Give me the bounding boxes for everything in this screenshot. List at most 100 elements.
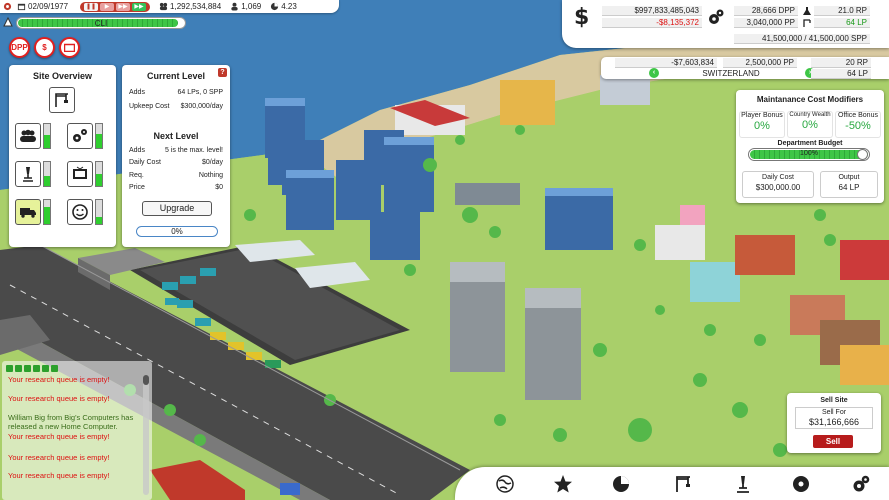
daily-cost-box: Daily Cost $300,000.00 [742, 171, 814, 198]
log-message[interactable]: Your research queue is empty! [8, 432, 140, 441]
microscope-icon [733, 474, 753, 494]
media-button[interactable] [789, 472, 813, 496]
disc-icon [791, 474, 811, 494]
statistics-button[interactable] [609, 472, 633, 496]
sell-site-panel: Sell Site Sell For $31,166,666 Sell [787, 393, 881, 453]
cli-icon [2, 16, 14, 30]
upgrade-button[interactable]: Upgrade [142, 201, 212, 216]
daily-cost-row: Daily Cost $0/day [129, 159, 223, 166]
sell-price: $31,166,666 [796, 417, 872, 427]
speed-3-button[interactable]: ▶▶ [132, 3, 146, 11]
event-log[interactable]: Your research queue is empty! Your resea… [2, 361, 152, 500]
sell-site-title: Sell Site [787, 397, 881, 404]
research-tile[interactable] [15, 161, 41, 187]
main-toolbar [455, 467, 889, 500]
staff-count: 1,069 [241, 2, 261, 11]
log-filter-icon[interactable] [51, 365, 58, 372]
player-bonus-label: Player Bonus [740, 112, 784, 119]
tv-icon [64, 43, 75, 52]
country-name: SWITZERLAND [661, 69, 801, 78]
media-meter-fill [96, 174, 102, 186]
upgrade-progress: 0% [136, 226, 218, 237]
budget-label: Department Budget [736, 140, 884, 147]
requirement-value: Nothing [199, 172, 223, 179]
log-filter-icon[interactable] [15, 365, 22, 372]
price-label: Price [129, 184, 145, 191]
office-bonus-value: -50% [836, 120, 880, 132]
world-icon [495, 474, 515, 494]
speed-2-button[interactable]: ▶▶ [116, 3, 130, 11]
daily-cost-label: Daily Cost [129, 159, 161, 166]
star-button[interactable] [551, 472, 575, 496]
world-button[interactable] [493, 472, 517, 496]
logistics-meter-fill [44, 207, 50, 224]
production-meter-fill [96, 134, 102, 148]
log-message[interactable]: Your research queue is empty! [8, 375, 140, 384]
log-scrollbar[interactable] [143, 375, 149, 495]
game-speed-controls: ❚❚ ▶ ▶▶ ▶▶ [80, 2, 150, 12]
production-tile[interactable] [67, 123, 93, 149]
country-lp: 64 LP [811, 69, 871, 79]
requirement-row: Req. Nothing [129, 172, 223, 179]
log-message[interactable]: William Big from Big's Computers has rel… [8, 413, 140, 431]
logistics-tile[interactable] [15, 199, 41, 225]
help-icon[interactable]: ? [218, 68, 227, 77]
next-level-title: Next Level [122, 131, 230, 141]
staff-tile[interactable] [15, 123, 41, 149]
money-balance: $997,833,485,043 [602, 6, 702, 16]
research-meter-fill [44, 176, 50, 186]
current-level-title: Current Level [122, 71, 230, 81]
settings-button[interactable] [849, 472, 873, 496]
log-message[interactable]: Your research queue is empty! [8, 471, 140, 480]
site-overview-panel: Site Overview [9, 65, 116, 247]
current-level-panel: ? Current Level Adds 64 LPs, 0 SPP Upkee… [122, 65, 230, 247]
daily-cost-box-value: $300,000.00 [743, 183, 813, 192]
gear-icon[interactable] [707, 8, 725, 28]
construction-tile[interactable] [49, 87, 75, 113]
prev-country-button[interactable]: ‹ [649, 68, 659, 78]
staff-icon [230, 2, 239, 11]
microscope-icon [19, 165, 37, 183]
happiness-meter [95, 199, 103, 225]
log-filter-icon[interactable] [6, 365, 13, 372]
log-message[interactable]: Your research queue is empty! [8, 453, 140, 462]
pie-chart-icon [611, 474, 631, 494]
pause-button[interactable]: ❚❚ [84, 3, 98, 11]
budget-slider[interactable]: 100% [748, 148, 870, 161]
settings-gear-icon[interactable] [3, 2, 12, 11]
crane-icon [673, 474, 693, 494]
happiness-meter-fill [96, 217, 102, 224]
tv-button[interactable]: TV [59, 37, 80, 58]
finance-button[interactable]: $ [34, 37, 55, 58]
country-rp: 20 RP [811, 58, 871, 68]
adds-label: Adds [129, 89, 145, 96]
build-button[interactable] [671, 472, 695, 496]
speed-1-button[interactable]: ▶ [100, 3, 114, 11]
log-filter-icon[interactable] [42, 365, 49, 372]
happiness-tile[interactable] [67, 199, 93, 225]
log-message[interactable]: Your research queue is empty! [8, 394, 140, 403]
log-filter-icon[interactable] [24, 365, 31, 372]
lp-value: 64 LP [814, 18, 870, 28]
media-meter [95, 161, 103, 187]
country-wealth-value: 0% [788, 119, 832, 131]
dpp-value: 28,666 DPP [734, 6, 798, 16]
log-filter-icon[interactable] [33, 365, 40, 372]
log-scrollbar-thumb[interactable] [143, 375, 149, 385]
people-icon [19, 129, 37, 143]
country-wealth-label: Country Wealth [788, 112, 832, 118]
media-tile[interactable] [67, 161, 93, 187]
sell-button[interactable]: Sell [813, 435, 853, 448]
upkeep-row: Upkeep Cost $300,000/day [129, 103, 223, 110]
calendar-icon [17, 2, 26, 11]
daily-cost-box-label: Daily Cost [743, 174, 813, 181]
upkeep-value: $300,000/day [181, 103, 223, 110]
country-panel: -$7,603,834 2,500,000 PP 20 RP ‹ SWITZER… [601, 57, 889, 79]
next-adds-row: Adds 5 is the max. level! [129, 147, 223, 154]
dollar-icon[interactable]: $ [574, 5, 589, 30]
research-button[interactable] [731, 472, 755, 496]
country-wealth: Country Wealth 0% [787, 111, 833, 138]
dpp-button[interactable]: DPP [9, 37, 30, 58]
truck-icon [19, 205, 37, 219]
budget-slider-handle[interactable] [857, 149, 868, 160]
